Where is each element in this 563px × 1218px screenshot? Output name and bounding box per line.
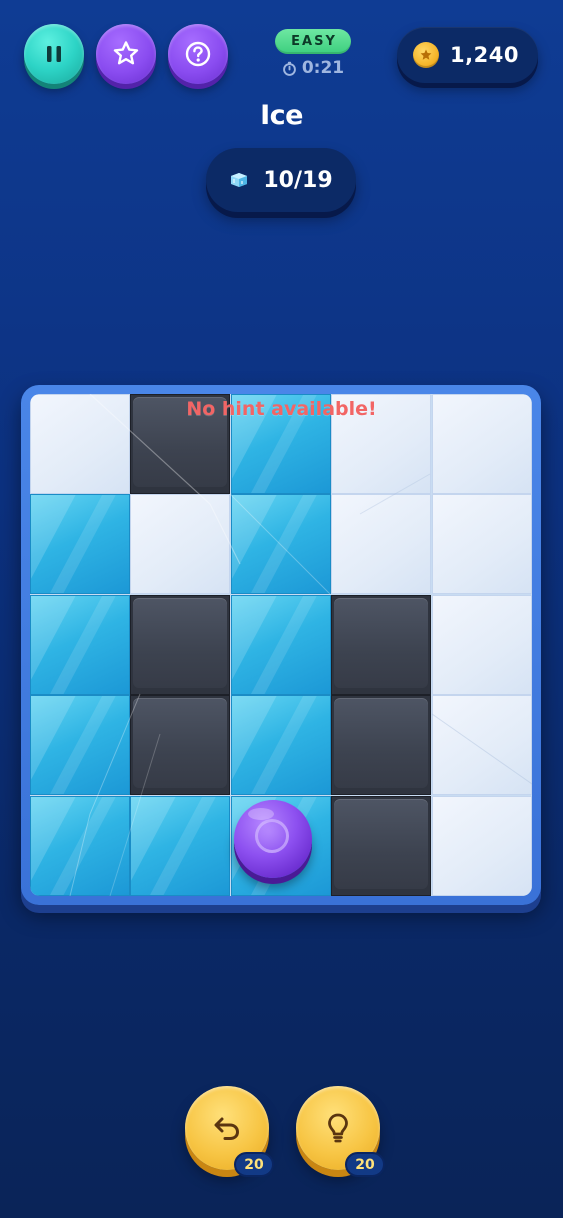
player-ball[interactable] <box>234 800 312 878</box>
coin-balance: 1,240 <box>397 27 538 83</box>
wall-block-face <box>133 698 227 788</box>
question-icon <box>185 41 211 67</box>
ice-tile <box>231 494 331 594</box>
ice-tile <box>30 796 130 896</box>
wall-block-face <box>133 598 227 688</box>
timer: 0:21 <box>275 56 351 80</box>
wall-tile <box>331 796 431 896</box>
lightbulb-icon <box>328 1113 348 1143</box>
snow-tile <box>432 494 532 594</box>
pause-button[interactable] <box>24 24 84 84</box>
coin-count: 1,240 <box>450 43 519 67</box>
wall-block-face <box>334 598 428 688</box>
ice-tile <box>130 796 230 896</box>
snow-tile <box>130 494 230 594</box>
ball-ring <box>255 819 289 853</box>
undo-arrow-icon <box>214 1117 240 1140</box>
undo-count-badge: 20 <box>234 1152 274 1177</box>
wall-block-face <box>334 698 428 788</box>
star-icon <box>113 41 139 65</box>
snow-tile <box>432 595 532 695</box>
wall-block-face <box>334 799 428 889</box>
wall-tile <box>130 595 230 695</box>
ice-tile <box>231 595 331 695</box>
wall-tile <box>130 695 230 795</box>
ice-tile <box>231 695 331 795</box>
wall-tile <box>331 695 431 795</box>
game-board[interactable] <box>30 394 532 896</box>
snow-tile <box>432 695 532 795</box>
progress-value: 10/19 <box>263 167 333 193</box>
hint-message: No hint available! <box>186 398 377 420</box>
coin-star-icon <box>413 42 439 68</box>
snow-tile <box>331 494 431 594</box>
timer-value: 0:21 <box>301 58 345 78</box>
ice-tile <box>30 695 130 795</box>
stopwatch-icon <box>282 61 296 76</box>
ice-tile <box>30 494 130 594</box>
wall-tile <box>331 595 431 695</box>
progress-counter: 10/19 <box>206 148 356 212</box>
ice-cube-icon <box>231 173 248 187</box>
favorite-button[interactable] <box>96 24 156 84</box>
help-button[interactable] <box>168 24 228 84</box>
difficulty-badge: EASY <box>275 29 351 54</box>
ice-tile <box>30 595 130 695</box>
hint-count-badge: 20 <box>345 1152 385 1177</box>
snow-tile <box>432 796 532 896</box>
level-title: Ice <box>260 100 303 131</box>
pause-icon <box>47 46 61 62</box>
